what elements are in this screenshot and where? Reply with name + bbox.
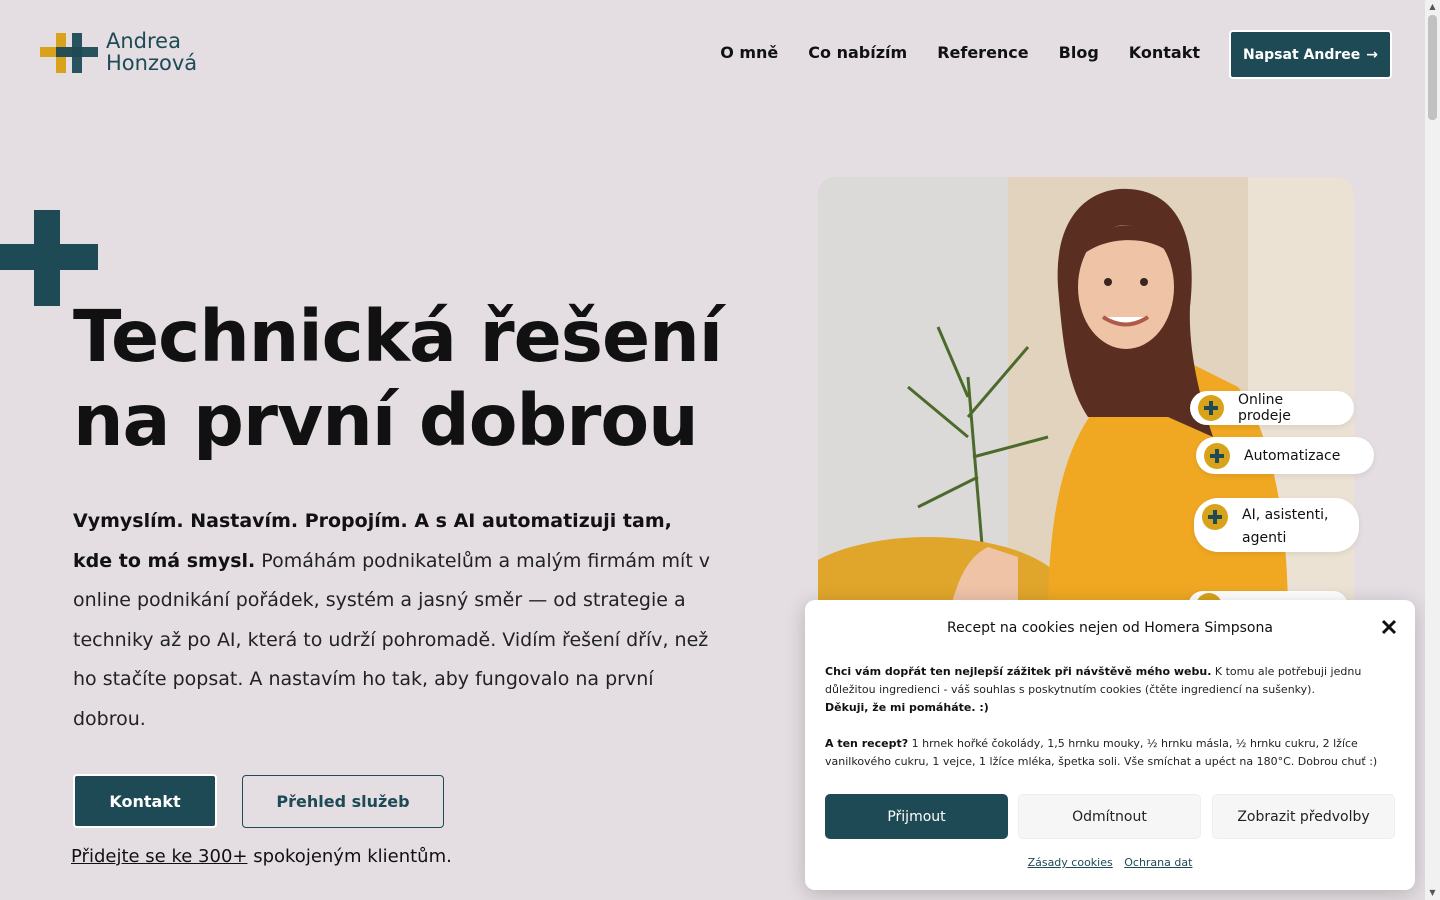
plus-decoration-icon <box>0 210 98 306</box>
cookie-dialog: Recept na cookies nejen od Homera Simpso… <box>805 600 1415 890</box>
logo-line1: Andrea <box>106 29 181 53</box>
scroll-down-icon[interactable]: ▼ <box>1428 888 1437 898</box>
nav-item-blog[interactable]: Blog <box>1059 43 1099 62</box>
pill-ai-agents: AI, asistenti, agenti <box>1194 498 1359 552</box>
clients-line: Přidejte se ke 300+ spokojeným klientům. <box>71 846 452 867</box>
accept-cookies-button[interactable]: Přijmout <box>825 794 1008 839</box>
cookie-links: Zásady cookies Ochrana dat <box>805 856 1415 869</box>
hero-description: Vymyslím. Nastavím. Propojím. A s AI aut… <box>73 502 713 739</box>
close-icon[interactable] <box>1381 616 1397 641</box>
nav-item-reference[interactable]: Reference <box>937 43 1028 62</box>
hero-title-line2: na první dobrou <box>73 379 699 462</box>
pill-online-sales-label: Online prodeje <box>1238 392 1291 424</box>
cookie-recipe-bold: A ten recept? <box>825 737 909 750</box>
pill-automation: Automatizace <box>1196 437 1374 474</box>
nav-item-o-mne[interactable]: O mně <box>720 43 778 62</box>
hero-description-text: Pomáhám podnikatelům a malým firmám mít … <box>73 549 711 730</box>
cookie-text: Chci vám dopřát ten nejlepší zážitek při… <box>825 663 1385 771</box>
privacy-link[interactable]: Ochrana dat <box>1124 856 1192 869</box>
write-andrea-label: Napsat Andree <box>1243 46 1361 63</box>
scroll-up-icon[interactable]: ▲ <box>1428 2 1437 12</box>
logo[interactable]: Andrea Honzová <box>40 30 197 74</box>
pill-automation-label: Automatizace <box>1244 447 1341 464</box>
clients-text: spokojeným klientům. <box>247 846 452 867</box>
hero-title-line1: Technická řešení <box>73 295 723 378</box>
plus-icon <box>1204 442 1230 469</box>
scrollbar[interactable]: ▲ ▼ <box>1425 0 1440 900</box>
arrow-right-icon: → <box>1366 46 1378 63</box>
logo-line2: Honzová <box>106 51 198 75</box>
plus-icon <box>1202 504 1228 530</box>
pill-ai-agents-label: AI, asistenti, agenti <box>1242 507 1329 546</box>
cookie-recipe-text: 1 hrnek hořké čokolády, 1,5 hrnku mouky,… <box>825 737 1378 768</box>
pill-online-sales: Online prodeje <box>1190 391 1354 425</box>
cookie-title: Recept na cookies nejen od Homera Simpso… <box>947 620 1273 636</box>
clients-link[interactable]: Přidejte se ke 300+ <box>71 846 247 867</box>
main-nav: O mně Co nabízím Reference Blog Kontakt <box>720 43 1200 62</box>
cookie-thanks: Děkuji, že mi pomáháte. :) <box>825 701 989 714</box>
cookie-policy-link[interactable]: Zásady cookies <box>1028 856 1113 869</box>
hero-title: Technická řešení na první dobrou <box>73 295 723 463</box>
cookie-preferences-button[interactable]: Zobrazit předvolby <box>1212 794 1395 839</box>
nav-item-co-nabizim[interactable]: Co nabízím <box>808 43 907 62</box>
plus-icon <box>1198 395 1224 421</box>
write-andrea-button[interactable]: Napsat Andree → <box>1229 30 1392 79</box>
contact-button[interactable]: Kontakt <box>73 774 217 828</box>
services-overview-button[interactable]: Přehled služeb <box>242 775 444 828</box>
cookie-intro-bold: Chci vám dopřát ten nejlepší zážitek při… <box>825 665 1212 678</box>
nav-item-kontakt[interactable]: Kontakt <box>1129 43 1200 62</box>
plus-logo-icon <box>40 33 98 73</box>
scroll-thumb[interactable] <box>1428 15 1437 120</box>
deny-cookies-button[interactable]: Odmítnout <box>1018 794 1201 839</box>
